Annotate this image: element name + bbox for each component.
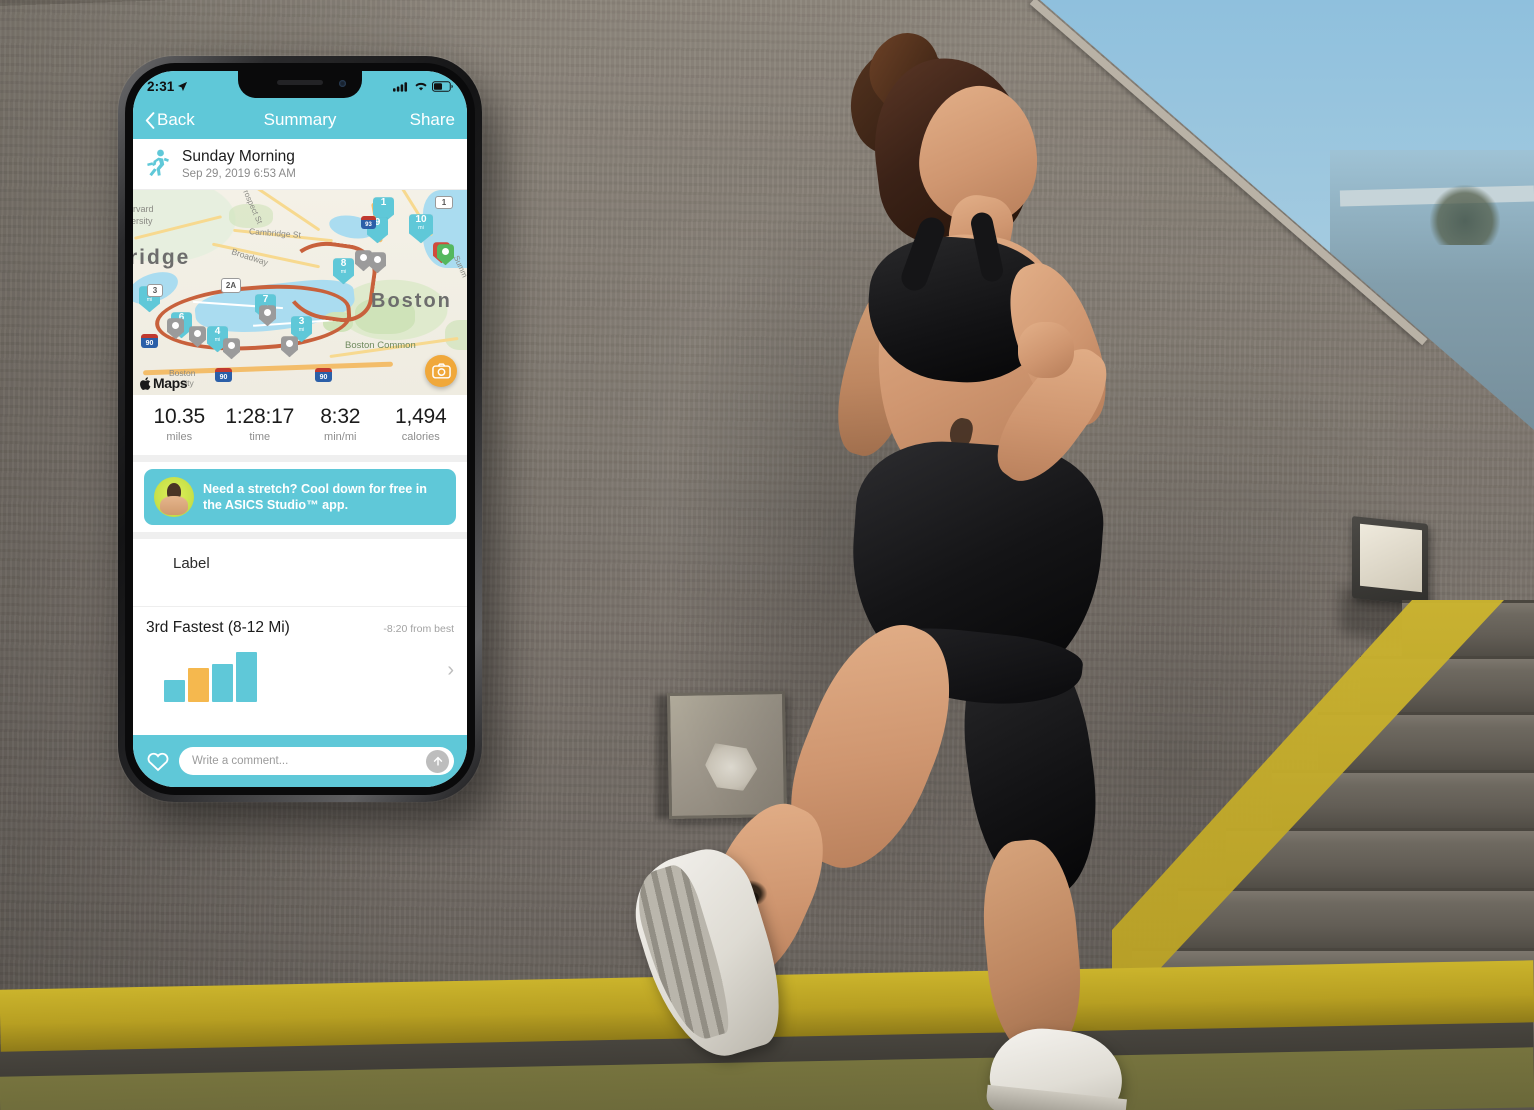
comment-bar: Write a comment... [133, 735, 467, 787]
section-divider-mid [133, 532, 467, 540]
camera-icon [431, 363, 451, 379]
stat-time: 1:28:17 time [220, 405, 301, 443]
comment-input-wrapper[interactable]: Write a comment... [179, 747, 454, 775]
heart-icon[interactable] [146, 750, 170, 772]
battery-icon [432, 80, 453, 92]
status-time-group: 2:31 [147, 79, 188, 94]
achievement-header: 3rd Fastest (8-12 Mi) -8:20 from best [146, 619, 454, 637]
phone-notch [238, 71, 362, 98]
comment-input[interactable]: Write a comment... [192, 755, 288, 767]
promo-banner-text: Need a stretch? Cool down for free in th… [203, 482, 427, 513]
runner-fist [1018, 322, 1074, 378]
stat-pace: 8:32 min/mi [300, 405, 381, 443]
stat-calories: 1,494 calories [381, 405, 462, 443]
stat-pace-label: min/mi [324, 431, 357, 444]
achievement-bar-chart [146, 648, 454, 703]
chart-bar [188, 668, 209, 703]
front-camera-icon [339, 80, 346, 87]
apple-logo-icon [140, 376, 151, 390]
map-label-boston-common: Boston Common [345, 340, 416, 352]
share-button[interactable]: Share [410, 110, 455, 130]
stat-calories-label: calories [401, 431, 440, 444]
back-button-label: Back [157, 110, 195, 129]
phone-screen: 2:31 Back Summary Share Sunday Morning S… [133, 71, 467, 787]
stat-distance-value: 10.35 [153, 405, 206, 429]
status-time: 2:31 [147, 78, 175, 94]
label-row-text: Label [173, 555, 210, 573]
background-tree [1430, 185, 1500, 245]
map-attribution-label: Maps [153, 375, 188, 392]
page-title: Summary [263, 110, 337, 129]
achievement-card[interactable]: 3rd Fastest (8-12 Mi) -8:20 from best › [133, 607, 467, 703]
earpiece-speaker [277, 80, 323, 85]
location-arrow-icon [178, 81, 188, 91]
stat-time-label: time [249, 431, 271, 444]
map-route-shield-1: 1 [435, 196, 453, 210]
activity-datetime: Sep 29, 2019 6:53 AM [182, 168, 296, 181]
map-route-shield-3: 3 [147, 284, 163, 298]
map-label-university: ersity [133, 216, 153, 227]
achievement-title: 3rd Fastest (8-12 Mi) [146, 619, 290, 637]
chevron-right-icon[interactable]: › [447, 659, 454, 682]
achievement-delta: -8:20 from best [383, 623, 454, 636]
stats-row: 10.35 miles 1:28:17 time 8:32 min/mi 1,4… [133, 395, 467, 456]
activity-title: Sunday Morning [182, 148, 295, 165]
chart-bar [236, 652, 257, 703]
navigation-bar: Back Summary Share [133, 101, 467, 139]
stat-time-value: 1:28:17 [225, 405, 295, 429]
chart-bar [164, 680, 185, 703]
asics-studio-promo-banner[interactable]: Need a stretch? Cool down for free in th… [144, 469, 456, 526]
map-route-shield-2a: 2A [221, 278, 241, 294]
map-park-right [445, 320, 467, 351]
wifi-icon [415, 82, 427, 91]
map-interstate-shield-90-right: 90 [315, 368, 332, 383]
stat-distance-label: miles [166, 431, 193, 444]
route-map[interactable]: 1 9 10mi 8mi 5mi 6mi 4mi 3mi 7mi 1 3 2A … [133, 190, 467, 396]
wall-lamp-glass [1360, 523, 1422, 593]
runner-figure [600, 20, 1140, 1110]
arrow-up-icon [433, 756, 442, 766]
chevron-left-icon [145, 111, 155, 129]
stat-pace-value: 8:32 [320, 405, 361, 429]
map-interstate-shield-90-mid: 90 [215, 368, 232, 383]
status-indicators [393, 80, 453, 92]
map-interstate-shield-90-left: 90 [141, 334, 158, 349]
stretching-person-thumbnail [154, 477, 194, 518]
send-comment-button[interactable] [426, 749, 449, 773]
map-city-label-cambridge: ridge [133, 246, 191, 270]
map-city-label-boston: Boston [371, 290, 452, 313]
chart-bar [212, 664, 233, 703]
map-interstate-shield-93: 93 [361, 216, 376, 230]
label-row[interactable]: Label [133, 539, 467, 608]
activity-header-text: Sunday Morning Sep 29, 2019 6:53 AM [182, 148, 296, 180]
map-label-harvard: rvard [133, 204, 154, 215]
running-person-icon [147, 149, 169, 177]
signal-bars-icon [393, 81, 408, 92]
back-button[interactable]: Back [145, 110, 195, 130]
stat-calories-value: 1,494 [394, 405, 447, 429]
section-divider-top [133, 455, 467, 463]
activity-header[interactable]: Sunday Morning Sep 29, 2019 6:53 AM [133, 139, 467, 191]
stat-distance: 10.35 miles [139, 405, 220, 443]
smartphone-mockup: 2:31 Back Summary Share Sunday Morning S… [118, 56, 482, 802]
map-attribution: Maps [140, 375, 188, 392]
